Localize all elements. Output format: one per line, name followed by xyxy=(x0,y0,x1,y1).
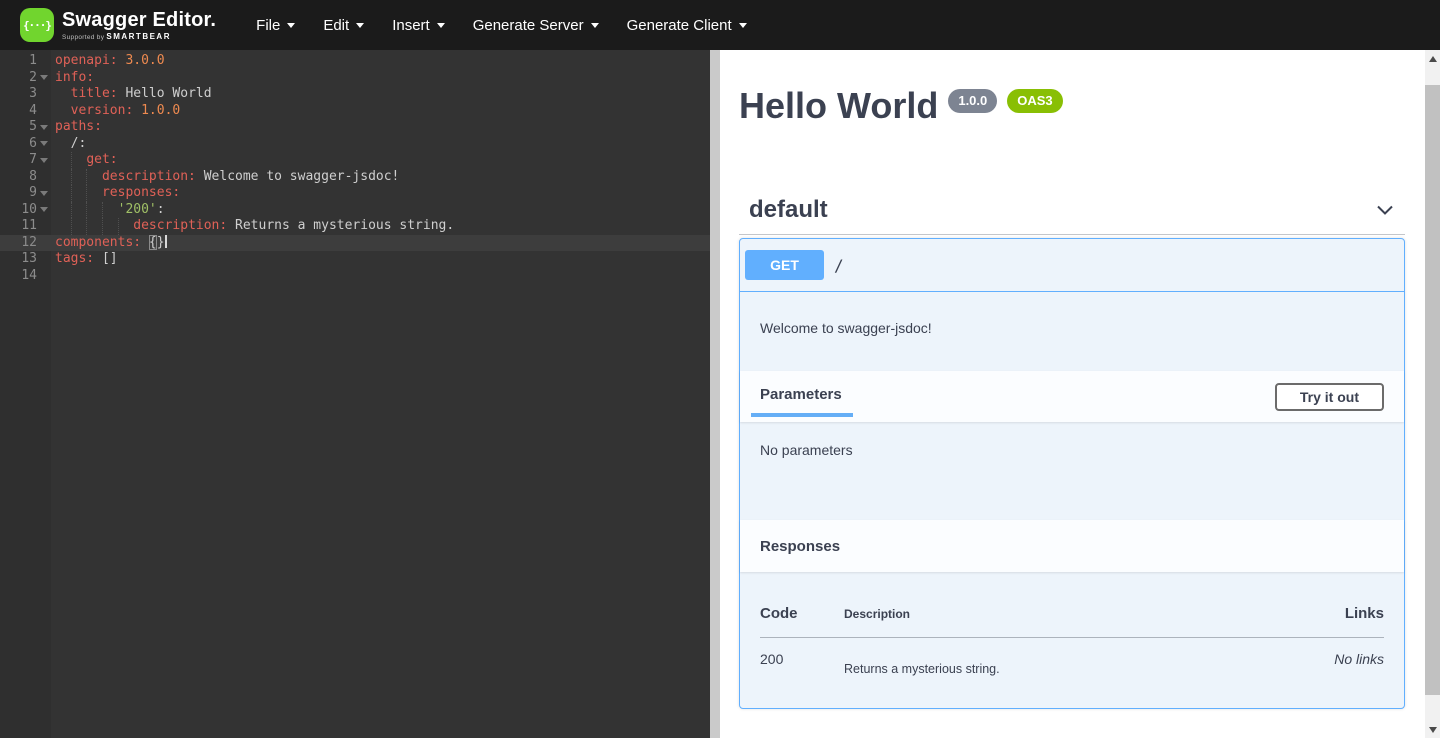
code-line: /: xyxy=(51,136,710,153)
vertical-scrollbar[interactable] xyxy=(1425,50,1440,738)
responses-table: Code Description Links 200 Returns a mys… xyxy=(760,605,1384,676)
scroll-down-arrow[interactable] xyxy=(1425,721,1440,738)
chevron-down-icon[interactable] xyxy=(1375,200,1395,220)
api-title: Hello World 1.0.0 OAS3 xyxy=(739,88,1405,124)
menu-generate-server[interactable]: Generate Server xyxy=(459,9,613,42)
swagger-logo-icon: {···} xyxy=(20,8,54,42)
line-number: 11 xyxy=(0,218,51,235)
code-line: title: Hello World xyxy=(51,86,710,103)
try-it-out-button[interactable]: Try it out xyxy=(1275,383,1384,411)
yaml-editor[interactable]: 1openapi: 3.0.02info:3 title: Hello Worl… xyxy=(0,50,710,738)
response-row: 200 Returns a mysterious string. No link… xyxy=(760,638,1384,677)
http-method-badge[interactable]: GET xyxy=(745,250,824,280)
line-number: 8 xyxy=(0,169,51,186)
responses-header: Responses xyxy=(740,520,1404,572)
code-line: version: 1.0.0 xyxy=(51,103,710,120)
swagger-ui-preview: Hello World 1.0.0 OAS3 default GET / Wel… xyxy=(720,50,1440,738)
code-line: get: xyxy=(51,152,710,169)
code-line: responses: xyxy=(51,185,710,202)
fold-toggle-icon[interactable] xyxy=(40,141,48,146)
version-badge: 1.0.0 xyxy=(948,89,997,113)
menu-edit[interactable]: Edit xyxy=(309,9,378,42)
fold-toggle-icon[interactable] xyxy=(40,75,48,80)
menu-insert[interactable]: Insert xyxy=(378,9,459,42)
col-header-code: Code xyxy=(760,605,844,638)
code-line: description: Returns a mysterious string… xyxy=(51,218,710,235)
col-header-links: Links xyxy=(1254,605,1384,638)
response-links: No links xyxy=(1254,638,1384,677)
line-number: 3 xyxy=(0,86,51,103)
menu-file[interactable]: File xyxy=(242,9,309,42)
fold-toggle-icon[interactable] xyxy=(40,191,48,196)
response-description: Returns a mysterious string. xyxy=(844,638,1254,677)
no-parameters-message: No parameters xyxy=(740,422,1404,520)
code-line xyxy=(51,268,710,285)
menu-bar: File Edit Insert Generate Server Generat… xyxy=(242,9,761,42)
code-line: paths: xyxy=(51,119,710,136)
responses-body: Code Description Links 200 Returns a mys… xyxy=(740,572,1404,708)
opblock-get-root: GET / Welcome to swagger-jsdoc! Paramete… xyxy=(739,238,1405,709)
menu-generate-client[interactable]: Generate Client xyxy=(613,9,761,42)
brand-subtitle: Supported by SMARTBEAR xyxy=(62,32,216,41)
scrollbar-thumb[interactable] xyxy=(1425,85,1440,695)
text-cursor xyxy=(165,235,167,248)
operation-path: / xyxy=(834,256,844,275)
code-line: description: Welcome to swagger-jsdoc! xyxy=(51,169,710,186)
code-line: components: {} xyxy=(51,235,710,252)
fold-toggle-icon[interactable] xyxy=(40,207,48,212)
line-number: 9 xyxy=(0,185,51,202)
api-title-text: Hello World xyxy=(739,88,938,124)
line-number: 1 xyxy=(0,53,51,70)
fold-toggle-icon[interactable] xyxy=(40,158,48,163)
parameters-header: Parameters Try it out xyxy=(740,371,1404,422)
chevron-down-icon xyxy=(437,23,445,28)
line-number: 12 xyxy=(0,235,51,252)
fold-toggle-icon[interactable] xyxy=(40,125,48,130)
line-number: 6 xyxy=(0,136,51,153)
response-code: 200 xyxy=(760,638,844,677)
code-line: '200': xyxy=(51,202,710,219)
oas3-badge: OAS3 xyxy=(1007,89,1062,113)
responses-heading: Responses xyxy=(760,538,840,555)
swagger-editor-brand: {···} Swagger Editor. Supported by SMART… xyxy=(20,8,216,42)
tag-name: default xyxy=(749,196,828,224)
operation-description: Welcome to swagger-jsdoc! xyxy=(740,292,1404,371)
tag-section-default[interactable]: default xyxy=(739,186,1405,235)
top-navbar: {···} Swagger Editor. Supported by SMART… xyxy=(0,0,1440,50)
col-header-description: Description xyxy=(844,605,1254,638)
chevron-down-icon xyxy=(356,23,364,28)
line-number: 2 xyxy=(0,70,51,87)
code-line: info: xyxy=(51,70,710,87)
chevron-down-icon xyxy=(591,23,599,28)
line-number: 4 xyxy=(0,103,51,120)
code-line: openapi: 3.0.0 xyxy=(51,53,710,70)
code-line: tags: [] xyxy=(51,251,710,268)
pane-splitter[interactable] xyxy=(710,50,720,738)
line-number: 7 xyxy=(0,152,51,169)
app-title: Swagger Editor. xyxy=(62,9,216,31)
line-number: 5 xyxy=(0,119,51,136)
line-number: 14 xyxy=(0,268,51,285)
tab-parameters[interactable]: Parameters xyxy=(760,386,846,413)
scroll-up-arrow[interactable] xyxy=(1425,50,1440,67)
line-number: 10 xyxy=(0,202,51,219)
chevron-down-icon xyxy=(287,23,295,28)
opblock-summary[interactable]: GET / xyxy=(740,239,1404,292)
line-number: 13 xyxy=(0,251,51,268)
chevron-down-icon xyxy=(739,23,747,28)
